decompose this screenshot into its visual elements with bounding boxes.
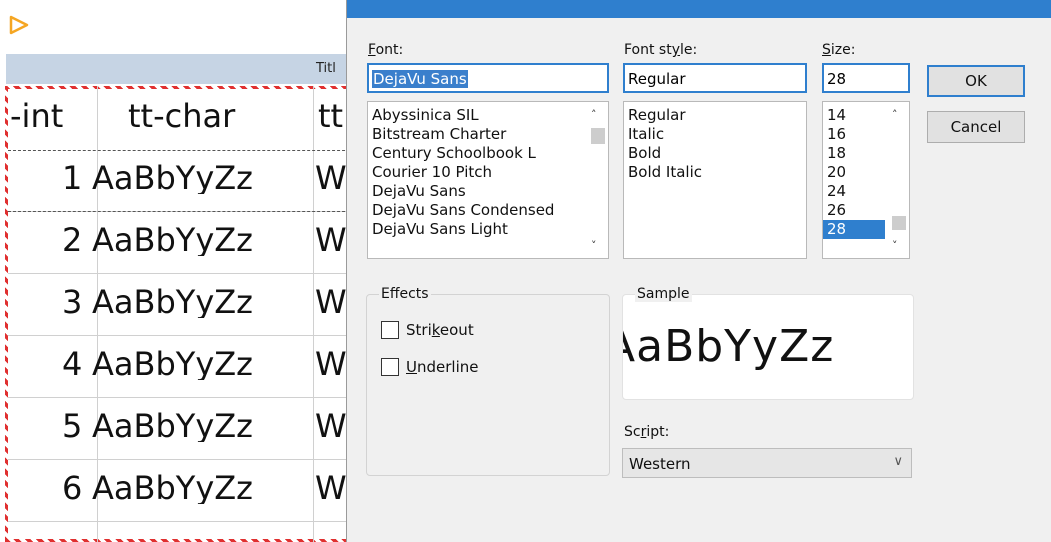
grid-row-divider bbox=[8, 273, 360, 274]
cancel-button[interactable]: Cancel bbox=[927, 111, 1025, 143]
focus-cell-bottom bbox=[8, 211, 360, 212]
row-number[interactable]: 6 bbox=[62, 472, 82, 504]
sample-title: Sample bbox=[635, 286, 692, 302]
font-name-value: DejaVu Sans bbox=[372, 70, 468, 88]
row-number[interactable]: 4 bbox=[62, 348, 82, 380]
font-size-list[interactable]: 14 16 18 20 24 26 28 ˄ ˅ bbox=[822, 101, 910, 259]
list-item[interactable]: Courier 10 Pitch bbox=[368, 163, 608, 182]
list-item[interactable]: Abyssinica SIL bbox=[368, 106, 608, 125]
list-item[interactable]: Bitstream Charter bbox=[368, 125, 608, 144]
row-text[interactable]: AaBbYyZz bbox=[92, 224, 314, 256]
font-size-input[interactable]: 28 bbox=[822, 63, 910, 93]
effects-title: Effects bbox=[379, 286, 431, 302]
size-list-scrollbar[interactable]: ˄ ˅ bbox=[887, 102, 909, 258]
scroll-down-icon[interactable]: ˅ bbox=[892, 239, 898, 252]
strikeout-label[interactable]: Strikeout bbox=[406, 321, 474, 339]
row-text[interactable]: AaBbYyZz bbox=[92, 348, 314, 380]
underline-label[interactable]: Underline bbox=[406, 358, 478, 376]
font-style-value: Regular bbox=[628, 70, 686, 88]
effects-group bbox=[366, 294, 610, 476]
script-select[interactable]: Western ∨ bbox=[622, 448, 912, 478]
strikeout-checkbox[interactable] bbox=[381, 321, 399, 339]
dialog-title-bar[interactable] bbox=[347, 0, 1051, 18]
row-number[interactable]: 1 bbox=[62, 162, 82, 194]
size-label: Size: bbox=[822, 42, 856, 58]
scroll-thumb[interactable] bbox=[591, 128, 605, 144]
underline-checkbox[interactable] bbox=[381, 358, 399, 376]
list-item[interactable]: Bold Italic bbox=[624, 163, 806, 182]
play-icon[interactable] bbox=[8, 14, 30, 36]
column-title-text: Titl bbox=[316, 61, 336, 76]
row-number[interactable]: 2 bbox=[62, 224, 82, 256]
sample-preview: AaBbYyZz bbox=[622, 294, 914, 400]
grid-row-divider bbox=[8, 335, 360, 336]
font-style-input[interactable]: Regular bbox=[623, 63, 807, 93]
list-item[interactable]: Century Schoolbook L bbox=[368, 144, 608, 163]
row-text[interactable]: AaBbYyZz bbox=[92, 286, 314, 318]
focus-cell-top bbox=[8, 150, 360, 151]
list-item[interactable]: Bold bbox=[624, 144, 806, 163]
chevron-down-icon[interactable]: ∨ bbox=[893, 454, 903, 469]
font-size-value: 28 bbox=[827, 70, 847, 88]
scroll-thumb[interactable] bbox=[892, 216, 906, 230]
font-label: Font: bbox=[368, 42, 404, 58]
row-text[interactable]: AaBbYyZz bbox=[92, 162, 314, 194]
script-label: Script: bbox=[624, 424, 670, 440]
list-item[interactable]: Italic bbox=[624, 125, 806, 144]
ok-button[interactable]: OK bbox=[927, 65, 1025, 97]
font-dialog: Font: DejaVu Sans Abyssinica SIL Bitstre… bbox=[346, 0, 1051, 542]
list-item[interactable]: DejaVu Sans Light bbox=[368, 220, 608, 239]
header-cell-char[interactable]: tt-char bbox=[128, 100, 312, 132]
sample-text: AaBbYyZz bbox=[622, 321, 835, 372]
list-item[interactable]: DejaVu Sans Condensed bbox=[368, 201, 608, 220]
row-text[interactable]: AaBbYyZz bbox=[92, 472, 314, 504]
font-family-list[interactable]: Abyssinica SIL Bitstream Charter Century… bbox=[367, 101, 609, 259]
list-item-selected[interactable]: 28 bbox=[823, 220, 885, 239]
column-title-bar: Titl bbox=[6, 54, 360, 84]
font-style-label: Font style: bbox=[624, 42, 698, 58]
scroll-up-icon[interactable]: ˄ bbox=[892, 108, 898, 121]
grid-row-divider bbox=[8, 459, 360, 460]
header-cell-int[interactable]: -int bbox=[10, 100, 96, 132]
font-name-input[interactable]: DejaVu Sans bbox=[367, 63, 609, 93]
font-style-list[interactable]: Regular Italic Bold Bold Italic bbox=[623, 101, 807, 259]
grid-row-divider bbox=[8, 521, 360, 522]
font-list-scrollbar[interactable]: ˄ ˅ bbox=[586, 102, 608, 258]
row-number[interactable]: 3 bbox=[62, 286, 82, 318]
background-table-window: Titl -int tt-char tt 1 AaBbYyZz W 2 AaBb… bbox=[0, 0, 360, 542]
list-item[interactable]: DejaVu Sans bbox=[368, 182, 608, 201]
list-item[interactable]: Regular bbox=[624, 106, 806, 125]
scroll-down-icon[interactable]: ˅ bbox=[591, 239, 597, 252]
grid-row-divider bbox=[8, 397, 360, 398]
row-number[interactable]: 5 bbox=[62, 410, 82, 442]
scroll-up-icon[interactable]: ˄ bbox=[591, 108, 597, 121]
script-value: Western bbox=[629, 455, 691, 473]
row-text[interactable]: AaBbYyZz bbox=[92, 410, 314, 442]
